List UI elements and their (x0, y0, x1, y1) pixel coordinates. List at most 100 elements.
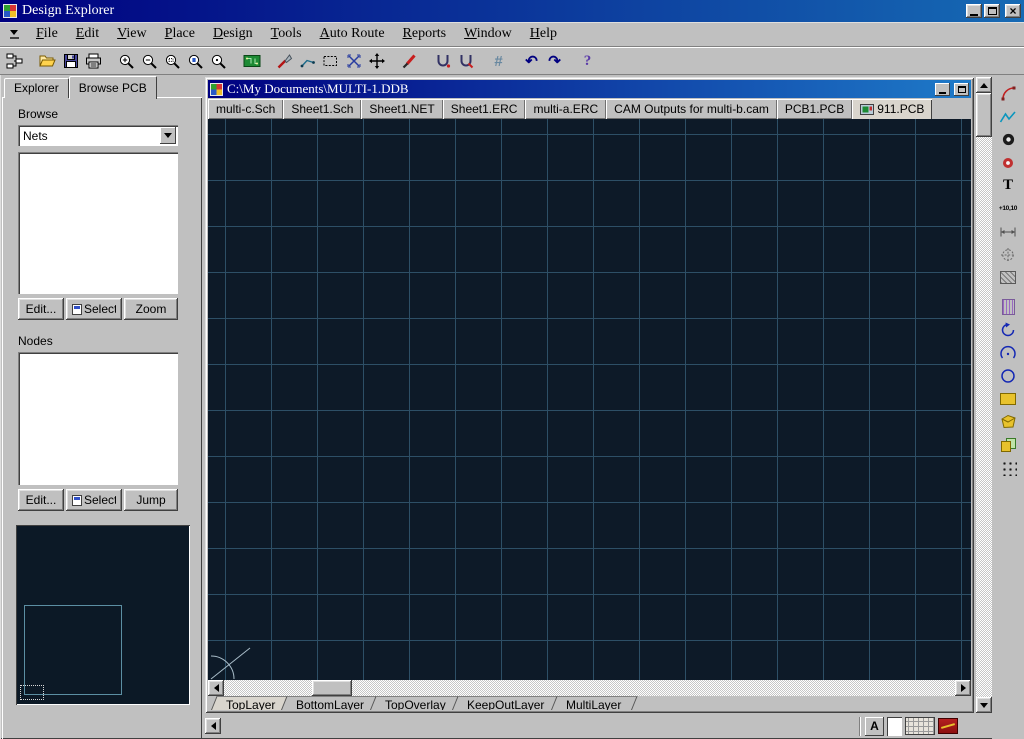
maximize-button[interactable] (984, 4, 1000, 18)
menu-grip-icon[interactable] (4, 26, 24, 44)
menu-edit[interactable]: Edit (67, 24, 108, 45)
hscroll-thumb[interactable] (312, 680, 352, 696)
coordinate-icon[interactable]: +10,10 (996, 198, 1020, 219)
hscroll-left-button[interactable] (208, 680, 224, 696)
origin-icon[interactable] (996, 244, 1020, 265)
probe-a-icon[interactable] (431, 50, 454, 72)
fill-icon[interactable] (996, 388, 1020, 409)
log-book-icon[interactable] (938, 718, 958, 734)
tab-explorer[interactable]: Explorer (4, 78, 69, 98)
doc-tab-pcb1-pcb[interactable]: PCB1.PCB (777, 99, 852, 119)
document-titlebar[interactable]: C:\My Documents\MULTI-1.DDB (208, 80, 971, 98)
doc-tab-multi-a-erc[interactable]: multi-a.ERC (525, 99, 606, 119)
move-cross-icon[interactable] (365, 50, 388, 72)
fill-hatch-icon[interactable] (996, 267, 1020, 288)
array-place-icon[interactable] (996, 457, 1020, 478)
dimension-icon[interactable] (996, 221, 1020, 242)
arc-center-icon[interactable] (996, 319, 1020, 340)
wire-icon[interactable] (296, 50, 319, 72)
doc-restore-button[interactable] (954, 83, 969, 96)
nodes-jump-button[interactable]: Jump (124, 489, 178, 511)
pcb-canvas[interactable] (208, 119, 971, 680)
nodes-select-button[interactable]: Select (66, 489, 122, 511)
brush-icon[interactable] (398, 50, 421, 72)
layer-tab-topoverlay[interactable]: TopOverlay (369, 696, 463, 710)
vscroll-up-button[interactable] (976, 77, 992, 93)
workspace-hscroll-left-button[interactable] (205, 718, 221, 734)
pad-icon[interactable] (996, 129, 1020, 150)
doc-tab-sheet1-net[interactable]: Sheet1.NET (361, 99, 442, 119)
arc-any-icon[interactable] (996, 342, 1020, 363)
layer-tab-toplayer[interactable]: TopLayer (209, 696, 292, 710)
explorer-toggle-icon[interactable] (3, 50, 26, 72)
zoom-document-icon[interactable] (184, 50, 207, 72)
keyboard-icon[interactable] (905, 717, 935, 735)
layer-tab-multilayer[interactable]: MultiLayer (549, 696, 638, 710)
nets-zoom-button[interactable]: Zoom (124, 298, 178, 320)
zoom-point-icon[interactable] (207, 50, 230, 72)
layer-tab-keepoutlayer[interactable]: KeepOutLayer (450, 696, 561, 710)
nets-listbox[interactable] (18, 152, 178, 294)
menu-reports[interactable]: Reports (394, 24, 456, 45)
dropdown-arrow-button[interactable] (160, 127, 176, 144)
minimize-button[interactable] (966, 4, 982, 18)
menu-window[interactable]: Window (455, 24, 521, 45)
board-minimap[interactable] (16, 525, 190, 705)
print-icon[interactable] (82, 50, 105, 72)
close-button[interactable]: × (1005, 4, 1021, 18)
hscroll-right-button[interactable] (955, 680, 971, 696)
arc-edge-icon[interactable] (996, 83, 1020, 104)
font-toggle-button[interactable]: A (865, 717, 884, 736)
save-icon[interactable] (59, 50, 82, 72)
nets-edit-button[interactable]: Edit... (18, 298, 64, 320)
layer-color-box[interactable] (887, 717, 902, 736)
polygon-icon[interactable] (996, 411, 1020, 432)
canvas-hscrollbar[interactable] (208, 680, 971, 696)
menu-design[interactable]: Design (204, 24, 262, 45)
nodes-listbox[interactable] (18, 352, 178, 485)
knife-icon[interactable] (273, 50, 296, 72)
circle-icon[interactable] (996, 365, 1020, 386)
doc-tab-cam-outputs[interactable]: CAM Outputs for multi-b.cam (606, 99, 777, 119)
doc-minimize-button[interactable] (935, 83, 950, 96)
vscroll-thumb[interactable] (976, 93, 992, 137)
doc-tab-sheet1-sch[interactable]: Sheet1.Sch (283, 99, 361, 119)
open-icon[interactable] (36, 50, 59, 72)
menu-tools[interactable]: Tools (262, 24, 311, 45)
via-icon[interactable] (996, 152, 1020, 173)
paste-array-icon[interactable] (996, 434, 1020, 455)
zoom-in-icon[interactable] (115, 50, 138, 72)
app-titlebar[interactable]: Design Explorer × (0, 0, 1024, 22)
vscroll-track[interactable] (976, 93, 992, 697)
app-icon[interactable] (3, 4, 17, 18)
deselect-icon[interactable] (342, 50, 365, 72)
layer-tab-bottomlayer[interactable]: BottomLayer (280, 696, 381, 710)
vscroll-down-button[interactable] (976, 697, 992, 713)
room-icon[interactable] (996, 296, 1020, 317)
menu-view[interactable]: View (108, 24, 156, 45)
zoom-out-icon[interactable] (138, 50, 161, 72)
minimap-viewport-rect[interactable] (20, 685, 44, 700)
string-icon[interactable]: T (996, 175, 1020, 196)
doc-tab-911-pcb[interactable]: 911.PCB (852, 99, 932, 119)
tab-browse-pcb[interactable]: Browse PCB (69, 76, 157, 99)
probe-b-icon[interactable] (454, 50, 477, 72)
doc-tab-multi-c-sch[interactable]: multi-c.Sch (208, 99, 283, 119)
menu-help[interactable]: Help (521, 24, 566, 45)
nets-select-button[interactable]: Select (66, 298, 122, 320)
route-icon[interactable] (996, 106, 1020, 127)
menu-auto-route[interactable]: Auto Route (311, 24, 394, 45)
zoom-area-icon[interactable] (161, 50, 184, 72)
undo-icon[interactable]: ↶ (520, 50, 543, 72)
select-area-icon[interactable] (319, 50, 342, 72)
help-icon[interactable]: ? (576, 50, 599, 72)
hscroll-track[interactable] (224, 680, 955, 696)
redo-icon[interactable]: ↷ (543, 50, 566, 72)
pcb-board-icon[interactable] (240, 50, 263, 72)
doc-tab-sheet1-erc[interactable]: Sheet1.ERC (443, 99, 526, 119)
nodes-edit-button[interactable]: Edit... (18, 489, 64, 511)
grid-toggle-icon[interactable]: # (487, 50, 510, 72)
menu-file[interactable]: File (27, 24, 67, 45)
workspace-vscrollbar[interactable] (976, 77, 992, 713)
browse-type-dropdown[interactable]: Nets (18, 125, 178, 146)
